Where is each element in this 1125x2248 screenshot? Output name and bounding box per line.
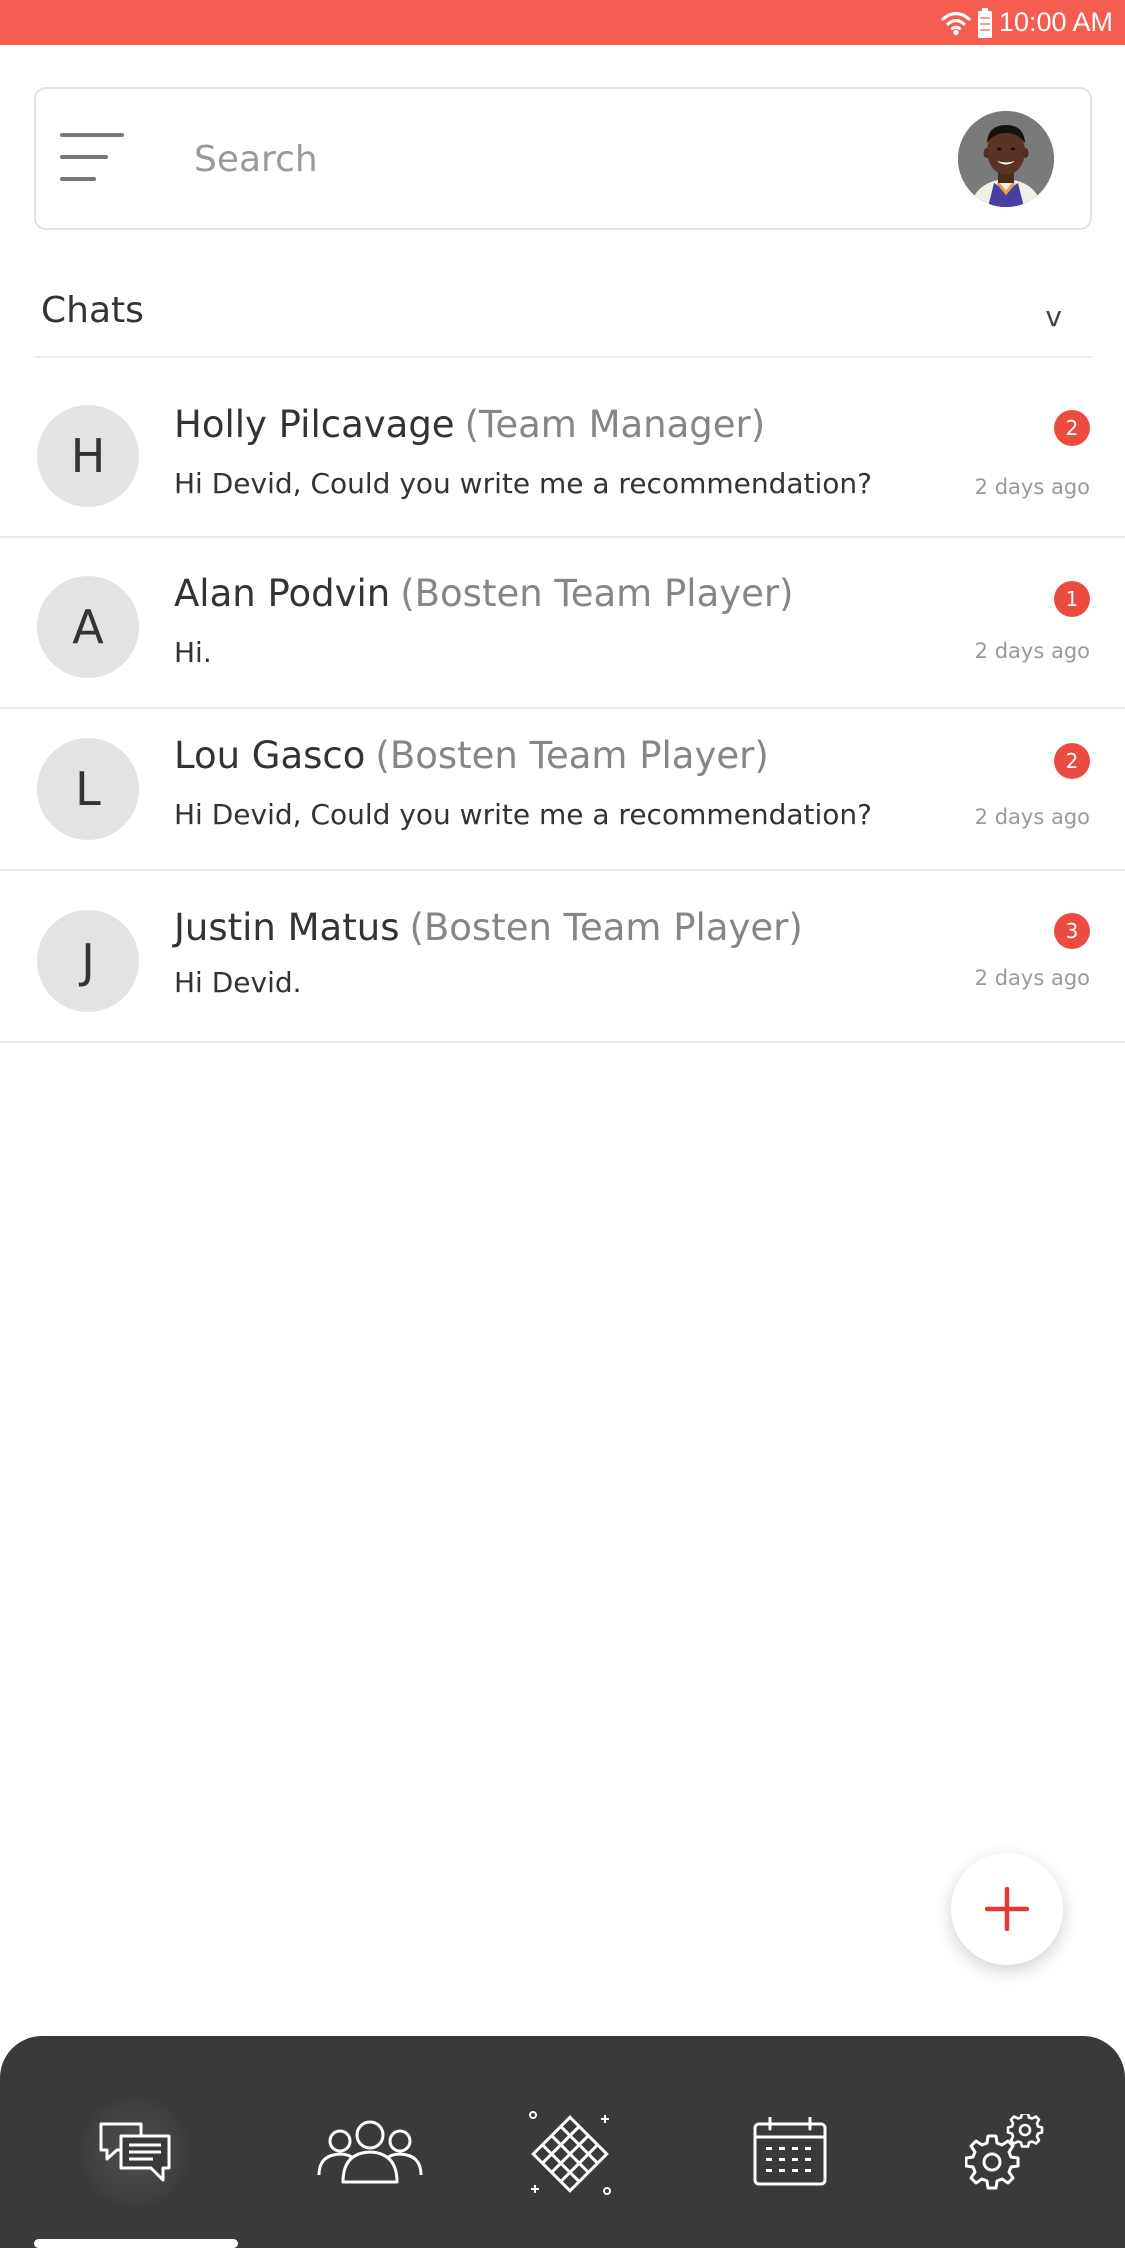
contact-name: Justin Matus — [174, 906, 400, 949]
contact-name-line: Lou Gasco (Bosten Team Player) — [174, 734, 769, 777]
chats-title: Chats — [41, 290, 144, 331]
nav-settings[interactable] — [945, 2092, 1065, 2212]
status-time: 10:00 AM — [998, 7, 1113, 37]
hamburger-menu-icon[interactable] — [60, 133, 130, 185]
court-grid-icon — [529, 2111, 611, 2195]
message-preview: Hi Devid. — [174, 966, 302, 999]
chat-list-item[interactable]: L Lou Gasco (Bosten Team Player) Hi Devid… — [0, 709, 1125, 871]
contact-role: (Team Manager) — [464, 403, 766, 446]
nav-court[interactable] — [510, 2092, 630, 2212]
message-time: 2 days ago — [974, 475, 1090, 499]
wifi-icon — [941, 10, 971, 36]
contact-avatar: L — [37, 738, 139, 840]
chat-list-item[interactable]: J Justin Matus (Bosten Team Player) Hi De… — [0, 871, 1125, 1043]
message-preview: Hi. — [174, 636, 212, 669]
message-time: 2 days ago — [974, 966, 1090, 990]
nav-chats[interactable] — [75, 2092, 195, 2212]
nav-team[interactable] — [310, 2092, 430, 2212]
unread-badge: 2 — [1054, 743, 1090, 779]
home-indicator — [34, 2239, 238, 2248]
contact-name-line: Justin Matus (Bosten Team Player) — [174, 906, 803, 949]
search-bar — [34, 87, 1092, 230]
chat-list: H Holly Pilcavage (Team Manager) Hi Devid… — [0, 358, 1125, 1043]
profile-avatar[interactable] — [958, 111, 1054, 207]
contact-name: Alan Podvin — [174, 572, 391, 615]
message-time: 2 days ago — [974, 639, 1090, 663]
unread-badge: 3 — [1054, 913, 1090, 949]
contact-name-line: Alan Podvin (Bosten Team Player) — [174, 572, 794, 615]
unread-badge: 1 — [1054, 581, 1090, 617]
chevron-down-icon[interactable]: v — [1045, 300, 1062, 333]
message-preview: Hi Devid, Could you write me a recommend… — [174, 467, 873, 500]
team-icon — [317, 2120, 423, 2184]
search-input[interactable] — [192, 125, 952, 193]
calendar-icon — [753, 2117, 827, 2186]
plus-icon — [985, 1887, 1029, 1931]
bottom-navigation — [0, 2036, 1125, 2248]
chats-section-header: Chats v — [34, 282, 1092, 358]
message-time: 2 days ago — [974, 805, 1090, 829]
message-preview: Hi Devid, Could you write me a recommend… — [174, 798, 873, 831]
status-bar: 10:00 AM — [0, 0, 1125, 45]
contact-name: Lou Gasco — [174, 734, 366, 777]
chat-list-item[interactable]: A Alan Podvin (Bosten Team Player) Hi. 1 … — [0, 538, 1125, 709]
chat-list-item[interactable]: H Holly Pilcavage (Team Manager) Hi Devid… — [0, 358, 1125, 538]
contact-avatar: J — [37, 910, 139, 1012]
contact-avatar: H — [37, 405, 139, 507]
settings-icon — [965, 2114, 1044, 2190]
nav-calendar[interactable] — [730, 2092, 850, 2212]
battery-icon — [977, 7, 993, 38]
unread-badge: 2 — [1054, 410, 1090, 446]
chat-icon — [99, 2122, 171, 2182]
contact-role: (Bosten Team Player) — [400, 572, 794, 615]
contact-role: (Bosten Team Player) — [375, 734, 769, 777]
contact-name: Holly Pilcavage — [174, 403, 455, 446]
contact-avatar: A — [37, 576, 139, 678]
new-chat-button[interactable] — [951, 1853, 1063, 1965]
contact-role: (Bosten Team Player) — [409, 906, 803, 949]
contact-name-line: Holly Pilcavage (Team Manager) — [174, 403, 765, 446]
